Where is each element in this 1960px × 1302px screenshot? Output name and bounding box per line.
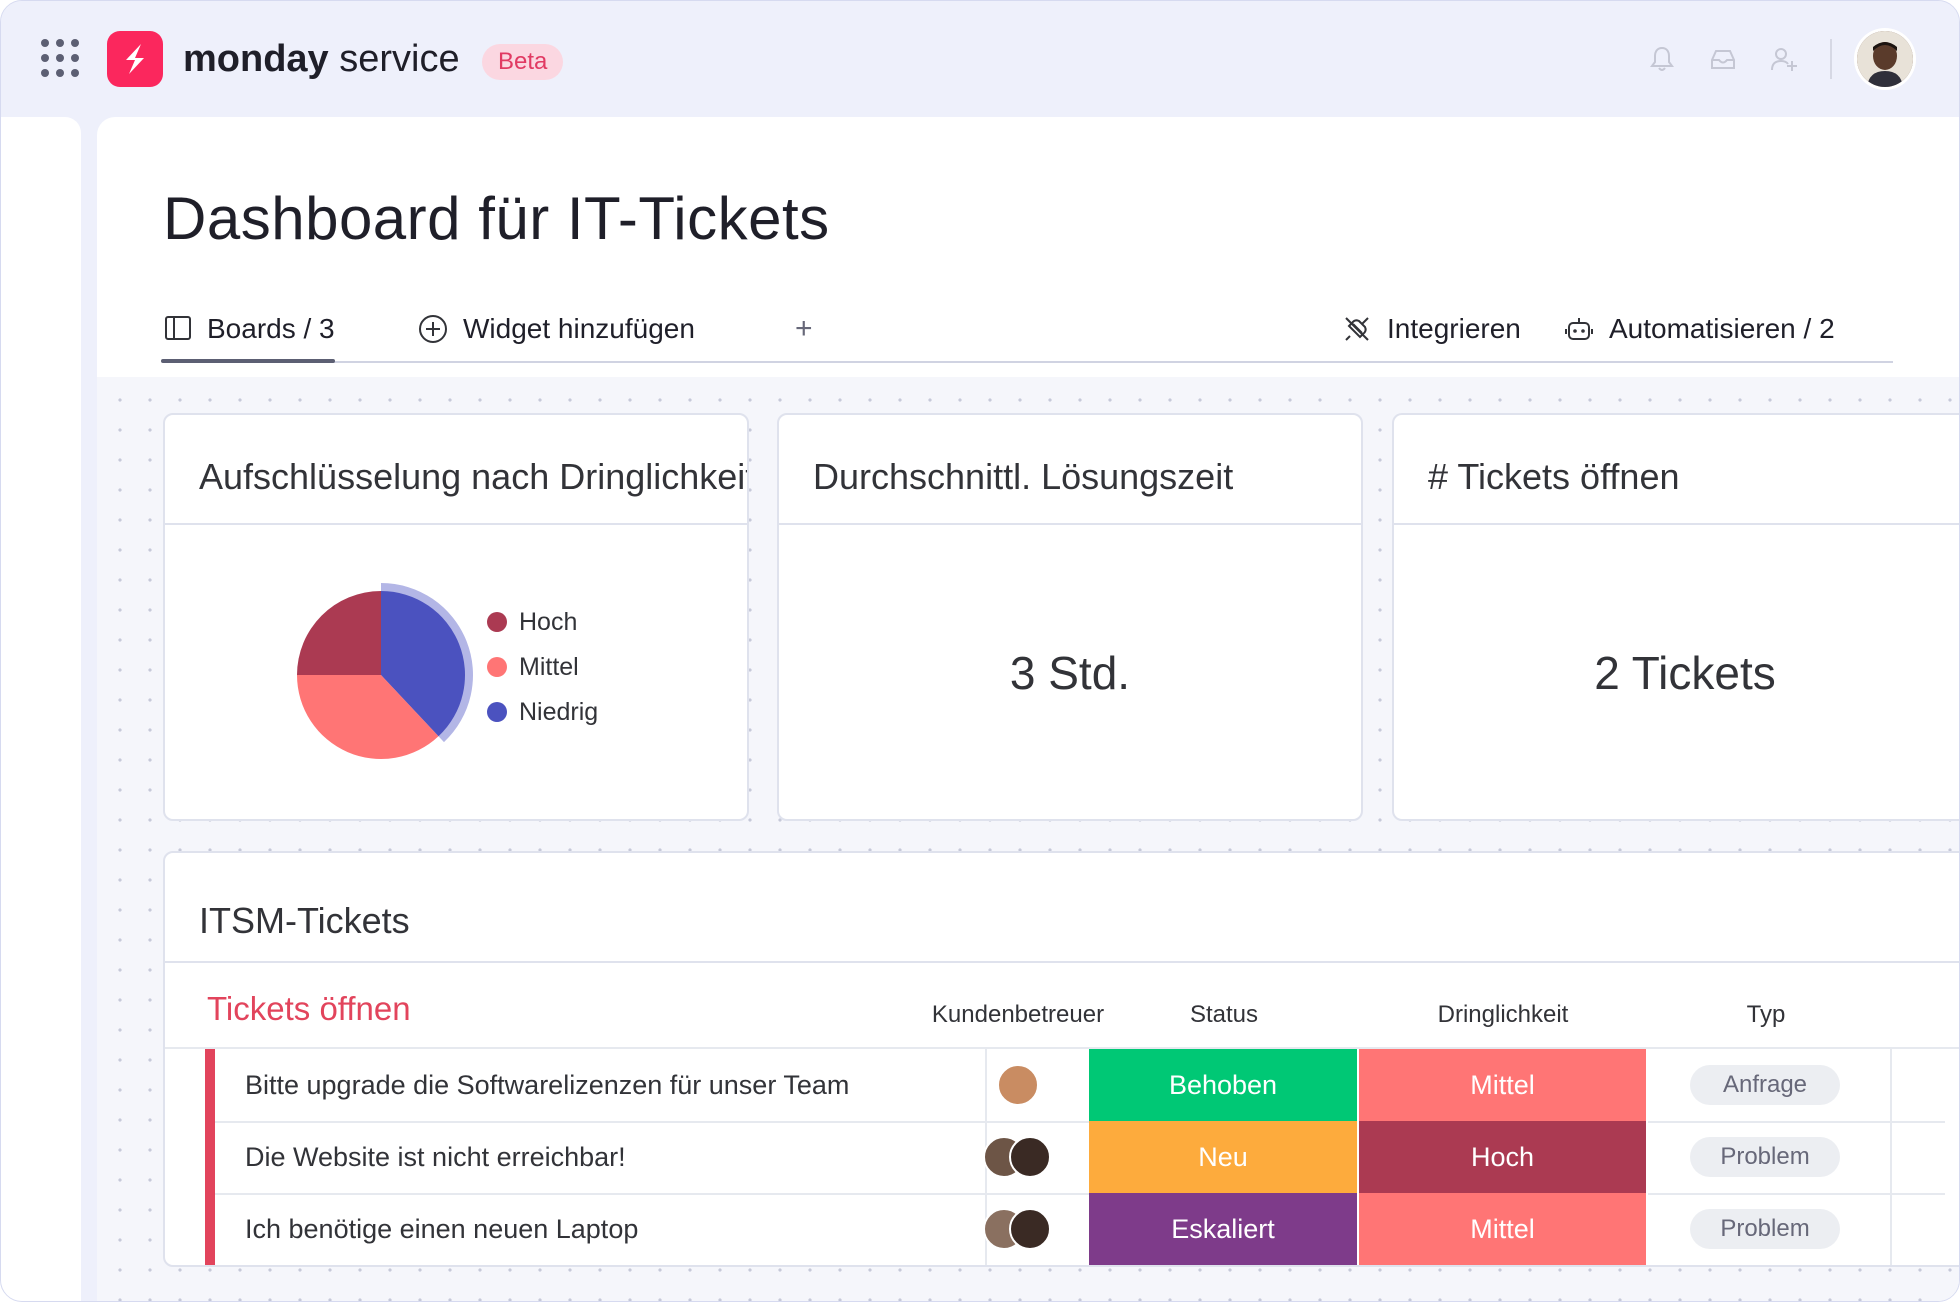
beta-badge: Beta [482,44,564,80]
resolution-time-widget[interactable]: Durchschnittl. Lösungszeit 3 Std. [777,413,1363,821]
urgency-pie-chart [297,583,473,759]
type-badge: Problem [1690,1137,1840,1177]
type-badge: Problem [1690,1209,1840,1249]
urgency-label[interactable]: Hoch [1359,1121,1648,1193]
type-cell[interactable]: Problem [1640,1193,1892,1265]
bell-icon[interactable] [1646,43,1678,75]
widget-title: # Tickets öffnen [1428,456,1680,497]
status-label[interactable]: Neu [1089,1121,1359,1193]
table-row[interactable]: Die Website ist nicht erreichbar! Neu Ho… [205,1121,1945,1195]
tab-add-widget[interactable]: Widget hinzufügen [417,307,695,361]
add-tab-button[interactable]: + [795,307,813,361]
widget-title: Durchschnittl. Lösungszeit [813,456,1234,497]
brand-bold: monday [183,38,329,80]
tab-boards-label: Boards / 3 [207,313,335,344]
status-label[interactable]: Eskaliert [1089,1193,1359,1265]
tab-boards[interactable]: Boards / 3 [161,307,335,363]
dashboard-main: Dashboard für IT-Tickets Boards / 3 Widg… [97,117,1959,1301]
widget-divider [1394,523,1959,525]
robot-icon [1565,318,1593,340]
brand-light: service [328,38,460,80]
legend-dot [487,657,507,677]
widget-divider [165,523,747,525]
add-circle-icon [419,315,447,343]
legend-label: Niedrig [519,698,599,726]
sidebar-panel-icon [165,316,191,340]
apps-grid-icon[interactable] [41,39,81,79]
top-bar-divider [1830,39,1832,79]
group-title[interactable]: Tickets öffnen [207,987,411,1031]
sidebar [1,117,81,1301]
brand-name: monday service [183,35,460,83]
status-label[interactable]: Behoben [1089,1049,1359,1121]
legend-item-mittel: Mittel [487,652,579,682]
type-cell[interactable]: Anfrage [1640,1049,1892,1121]
owner-cell[interactable] [945,1049,1091,1121]
plug-icon [1345,317,1369,341]
open-tickets-value: 2 Tickets [1594,647,1776,699]
table-title: ITSM-Tickets [199,900,410,941]
open-tickets-widget[interactable]: # Tickets öffnen 2 Tickets [1392,413,1959,821]
row-group-accent [205,1193,215,1265]
widget-title: Aufschlüsselung nach Dringlichkeit [199,456,749,497]
itsm-tickets-widget[interactable]: ITSM-Tickets Tickets öffnen Kundenbetreu… [163,851,1959,1267]
ticket-name[interactable]: Ich benötige einen neuen Laptop [245,1193,987,1265]
widget-divider [779,523,1361,525]
widget-canvas: Aufschlüsselung nach Dringlichkeit Hoch … [97,377,1959,1301]
legend-dot [487,612,507,632]
legend-dot [487,702,507,722]
type-badge: Anfrage [1690,1065,1840,1105]
table-row[interactable]: Ich benötige einen neuen Laptop Eskalier… [205,1193,1945,1265]
tab-automate[interactable]: Automatisieren / 2 [1563,307,1835,361]
urgency-label[interactable]: Mittel [1359,1049,1648,1121]
top-bar: monday service Beta [1,1,1959,117]
owner-cell[interactable] [945,1121,1091,1193]
monday-service-logo-icon[interactable] [107,31,163,87]
person-avatar [1009,1136,1051,1178]
urgency-label[interactable]: Mittel [1359,1193,1648,1265]
legend-label: Hoch [519,608,578,636]
owner-cell[interactable] [945,1193,1091,1265]
tab-automate-label: Automatisieren / 2 [1609,313,1835,344]
tab-add-widget-label: Widget hinzufügen [463,313,695,344]
table-row[interactable]: Bitte upgrade die Softwarelizenzen für u… [205,1049,1945,1123]
ticket-name[interactable]: Die Website ist nicht erreichbar! [245,1121,987,1193]
column-header-type[interactable]: Typ [1641,999,1891,1031]
row-group-accent [205,1121,215,1193]
ticket-name[interactable]: Bitte upgrade die Softwarelizenzen für u… [245,1049,987,1121]
ticket-rows: Bitte upgrade die Softwarelizenzen für u… [165,1047,1959,1265]
tab-integrate-label: Integrieren [1387,313,1521,344]
invite-user-icon[interactable] [1768,43,1800,75]
user-avatar[interactable] [1857,31,1913,87]
legend-item-niedrig: Niedrig [487,697,598,727]
person-avatar [997,1064,1039,1106]
inbox-icon[interactable] [1707,43,1739,75]
person-avatar [1009,1208,1051,1250]
resolution-time-value: 3 Std. [1009,647,1131,699]
type-cell[interactable]: Problem [1640,1121,1892,1193]
row-group-accent [205,1049,215,1121]
dashboard-tabs: Boards / 3 Widget hinzufügen + Integrier… [161,307,1893,363]
widget-divider [165,961,1959,963]
column-header-urgency[interactable]: Dringlichkeit [1359,999,1647,1031]
app-frame: monday service Beta Dashboard für IT-Tic… [0,0,1960,1302]
legend-label: Mittel [519,653,579,681]
column-header-status[interactable]: Status [1089,999,1359,1031]
tab-integrate[interactable]: Integrieren [1341,307,1521,361]
page-title: Dashboard für IT-Tickets [163,185,830,252]
pie-slice-hoch[interactable] [297,591,381,675]
urgency-breakdown-widget[interactable]: Aufschlüsselung nach Dringlichkeit Hoch … [163,413,749,821]
legend-item-hoch: Hoch [487,607,577,637]
